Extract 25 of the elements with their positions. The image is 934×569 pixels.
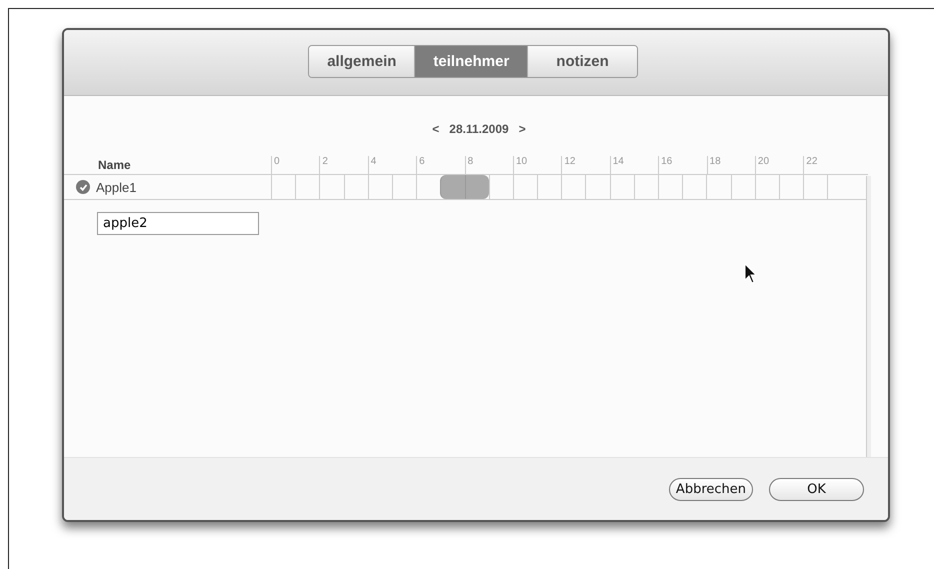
next-day-button[interactable]: > bbox=[518, 122, 526, 136]
hour-tick: 14 bbox=[610, 156, 658, 174]
hour-tick: 6 bbox=[416, 156, 465, 174]
hour-tick: 10 bbox=[512, 156, 562, 174]
mouse-pointer-icon bbox=[744, 263, 758, 285]
hour-tick: 22 bbox=[803, 156, 852, 174]
hour-tick: 16 bbox=[658, 156, 707, 174]
hour-tick: 12 bbox=[561, 156, 610, 174]
hour-tick: 8 bbox=[464, 156, 513, 174]
tab[interactable]: allgemein bbox=[309, 46, 416, 77]
hour-tick: 0 bbox=[271, 156, 320, 174]
previous-day-button[interactable]: < bbox=[432, 122, 440, 136]
hour-tick: 18 bbox=[706, 156, 755, 174]
tab[interactable]: teilnehmer bbox=[415, 46, 528, 77]
hour-tick: 20 bbox=[754, 156, 804, 174]
column-header: Name bbox=[98, 158, 131, 172]
hour-tick: 4 bbox=[368, 156, 416, 174]
ok-button[interactable]: OK bbox=[769, 478, 864, 500]
check-icon[interactable] bbox=[76, 180, 90, 194]
hour-tick: 2 bbox=[319, 156, 368, 174]
tab[interactable]: notizen bbox=[528, 46, 637, 77]
participant-name: Apple1 bbox=[96, 180, 136, 194]
date-label: 28.11.2009 bbox=[449, 122, 509, 136]
participant-input-field[interactable]: apple2 bbox=[97, 212, 259, 235]
cancel-button[interactable]: Abbrechen bbox=[668, 478, 753, 500]
